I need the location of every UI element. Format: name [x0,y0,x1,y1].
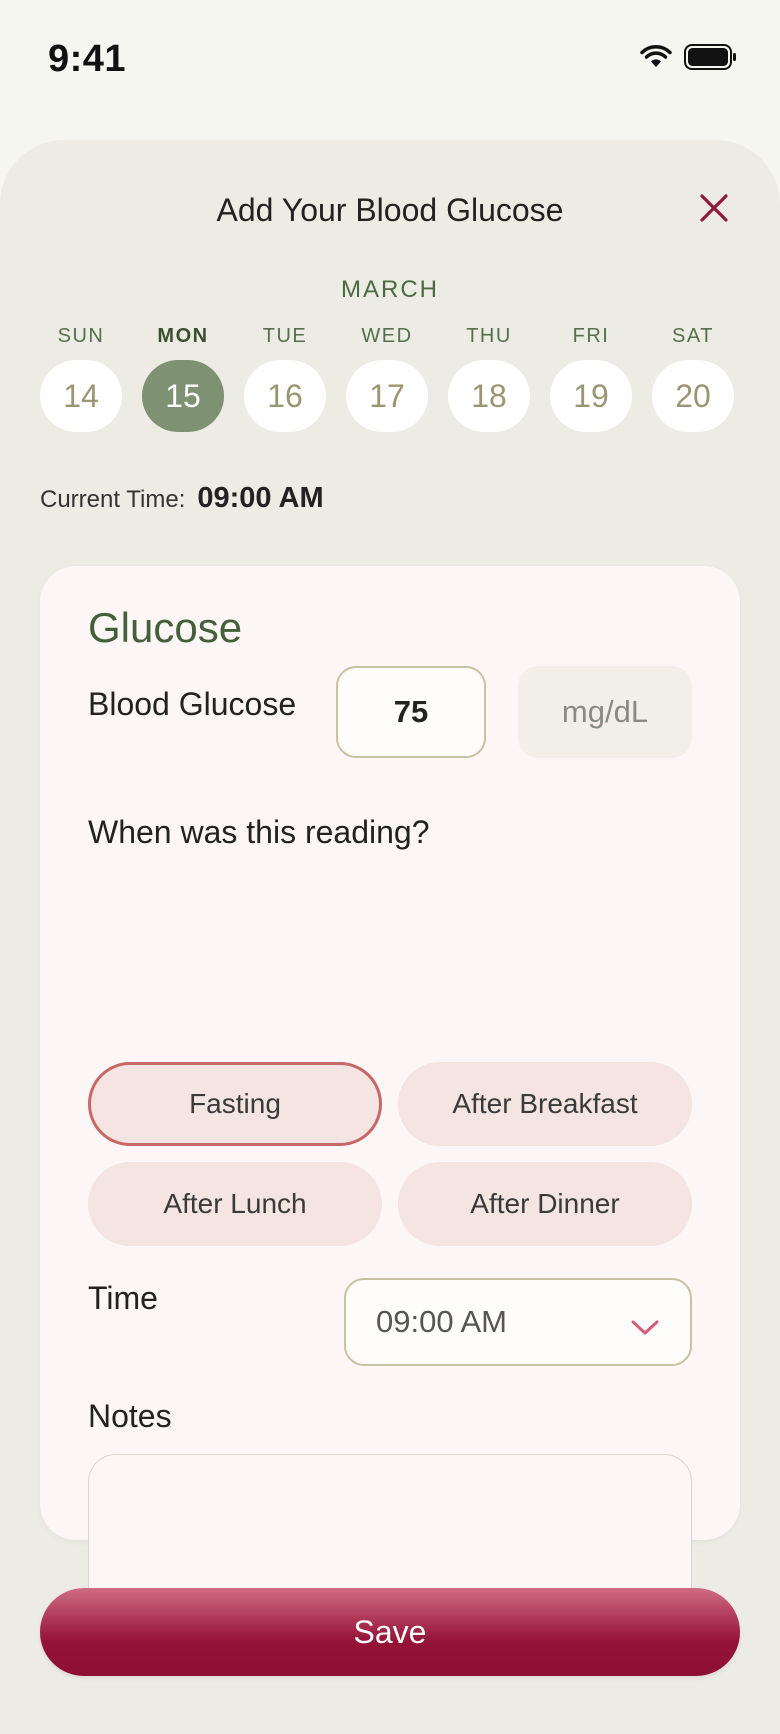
reading-question: When was this reading? [88,814,430,850]
day-wed[interactable]: WED 17 [346,322,428,432]
notes-label: Notes [88,1398,172,1434]
blood-glucose-input[interactable]: 75 [336,666,486,758]
day-label: WED [361,325,413,347]
card-title: Glucose [88,604,243,651]
sheet-title: Add Your Blood Glucose [216,192,564,228]
chevron-down-icon [630,1310,660,1346]
day-label: FRI [572,325,610,347]
day-label: TUE [262,325,308,347]
day-label: THU [466,325,512,347]
close-icon [698,192,730,229]
day-number[interactable]: 15 [142,360,224,432]
day-label: SAT [672,325,714,347]
month-label: MARCH [341,276,439,303]
wifi-icon [640,45,672,74]
day-fri[interactable]: FRI 19 [550,322,632,432]
current-time-value: 09:00 AM [197,482,324,514]
close-button[interactable] [694,190,734,230]
day-number[interactable]: 18 [448,360,530,432]
day-sat[interactable]: SAT 20 [652,322,734,432]
time-dropdown[interactable]: 09:00 AM [344,1278,692,1366]
time-label: Time [88,1280,158,1316]
add-glucose-sheet: Add Your Blood Glucose MARCH SUN 14 MON … [0,140,780,1734]
screen: 9:41 Add Your Blood Glucose MARCH SUN 14… [0,0,780,1734]
option-fasting[interactable]: Fasting [88,1062,382,1146]
current-time: Current Time: 09:00 AM [40,482,324,515]
time-value: 09:00 AM [376,1304,507,1339]
status-icons [640,44,738,75]
status-time: 9:41 [48,38,127,80]
option-after-breakfast[interactable]: After Breakfast [398,1062,692,1146]
current-time-label: Current Time: [40,486,186,513]
unit-badge: mg/dL [518,666,692,758]
save-button[interactable]: Save [40,1588,740,1676]
day-number[interactable]: 19 [550,360,632,432]
day-label: SUN [57,325,105,347]
option-after-lunch[interactable]: After Lunch [88,1162,382,1246]
day-number[interactable]: 20 [652,360,734,432]
day-thu[interactable]: THU 18 [448,322,530,432]
glucose-card: Glucose Blood Glucose 75 mg/dL When was … [40,566,740,1632]
week-selector: SUN 14 MON 15 TUE 16 WED 17 THU 18 FRI 1… [40,322,734,432]
day-mon[interactable]: MON 15 [142,322,224,432]
day-tue[interactable]: TUE 16 [244,322,326,432]
blood-glucose-label: Blood Glucose [88,686,297,722]
option-after-dinner[interactable]: After Dinner [398,1162,692,1246]
day-number[interactable]: 14 [40,360,122,432]
day-number[interactable]: 17 [346,360,428,432]
battery-icon [684,44,738,75]
day-sun[interactable]: SUN 14 [40,322,122,432]
day-number[interactable]: 16 [244,360,326,432]
day-label: MON [157,325,209,347]
